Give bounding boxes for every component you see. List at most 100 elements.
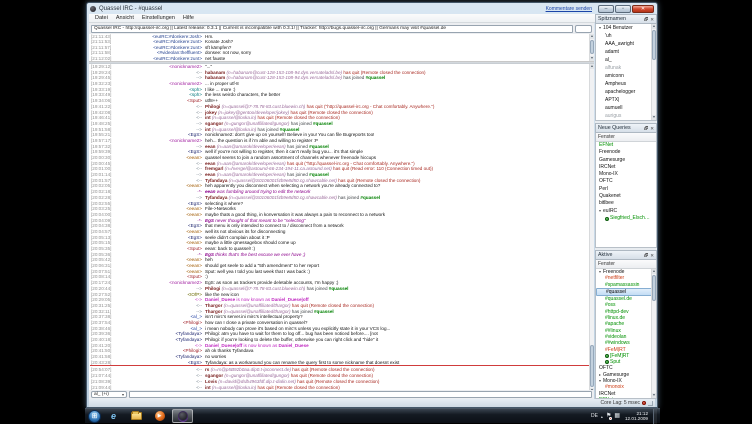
float-dock-icon[interactable]: 🗗 — [644, 253, 648, 258]
topic-field[interactable]: Quassel IRC - http://quassel-irc.org || … — [91, 25, 573, 33]
chat-monitor-scrollbar[interactable]: ▲ ▼ — [589, 34, 594, 61]
quassel-app-icon — [90, 6, 96, 12]
buffer-item[interactable]: Perl — [596, 186, 656, 193]
buffer-item[interactable]: bitlbee — [596, 200, 656, 207]
nick-item[interactable]: alfunak — [596, 64, 656, 72]
scroll-down-icon[interactable]: ▼ — [652, 393, 656, 398]
tree-header[interactable]: Fenster — [596, 133, 656, 142]
close-dock-icon[interactable]: ✕ — [650, 253, 654, 258]
menu-ansicht[interactable]: Ansicht — [112, 14, 138, 22]
close-dock-icon[interactable]: ✕ — [650, 126, 654, 131]
close-dock-icon[interactable]: ✕ — [650, 17, 654, 22]
chevron-down-icon: ▾ — [122, 392, 124, 397]
buffer-item[interactable]: #quassel — [596, 288, 656, 296]
message-input[interactable] — [129, 391, 592, 398]
user-online-icon — [605, 354, 609, 358]
chat-line: [20:43:28]<EgS>Tyfandaya: as a workaroun… — [89, 360, 594, 366]
connection-status-icon[interactable] — [642, 401, 646, 405]
taskbar: ⊞ e ▶ DE ▴ ⚑ ▦ 21:12 12.01.2009 — [85, 408, 660, 423]
core-lag-label: Core Lag: 5 msec — [601, 400, 640, 406]
buffer-item[interactable]: EFNet — [596, 142, 656, 149]
nicklist-dock-title[interactable]: Spitznamen 🗗 ✕ — [595, 14, 657, 24]
scrollbar-thumb[interactable] — [652, 275, 656, 301]
nick-item[interactable]: apachelogger — [596, 88, 656, 96]
menu-datei[interactable]: Datei — [91, 14, 112, 22]
taskbar-clock[interactable]: 21:12 12.01.2009 — [625, 411, 648, 422]
nick-item[interactable]: APTX| — [596, 96, 656, 104]
language-indicator[interactable]: DE — [591, 413, 598, 419]
buffer-item[interactable]: IRCNet — [596, 164, 656, 171]
show-desktop-button[interactable] — [653, 409, 657, 424]
nick-item[interactable]: adamt — [596, 48, 656, 56]
scroll-down-icon[interactable]: ▼ — [652, 115, 656, 120]
buffer-item[interactable]: Freenode — [596, 149, 656, 156]
float-dock-icon[interactable]: 🗗 — [644, 17, 648, 22]
menu-hilfe[interactable]: Hilfe — [179, 14, 198, 22]
active-buffers-list: Fenster ▾Freenode#netfilter#spamassassin… — [595, 260, 657, 399]
close-button[interactable]: ✕ — [632, 5, 654, 13]
nick-item[interactable]: aurigus — [596, 112, 656, 120]
minimize-button[interactable]: – — [598, 5, 614, 13]
status-bar: Core Lag: 5 msec — [89, 399, 655, 407]
nick-item[interactable]: BentR — [596, 120, 656, 121]
nick-item[interactable]: amiconn — [596, 72, 656, 80]
user-online-icon — [605, 360, 609, 364]
active-scrollbar[interactable]: ▲ ▼ — [651, 269, 656, 398]
chat-line: [21:12:02]<euIRC:#donkere:zunt>net faust… — [89, 56, 594, 61]
nicklist: ▾104 Benutzer'uhAAA_awrightadamtal_alfun… — [595, 24, 657, 121]
scrollbar-thumb[interactable] — [590, 345, 594, 387]
send-feedback-link[interactable]: Kommentare senden — [546, 6, 592, 12]
network-icon[interactable]: ▦ — [614, 413, 620, 420]
buffer-item[interactable]: Mono-IX — [596, 171, 656, 178]
dock-column: Spitznamen 🗗 ✕ ▾104 Benutzer'uhAAA_awrig… — [595, 14, 657, 399]
queries-list: Fenster EFNetFreenodeGamesurgeIRCNetMono… — [595, 133, 657, 248]
buffer-item[interactable]: #spamassassin — [596, 282, 656, 288]
title-bar[interactable]: Quassel IRC - #quassel Kommentare senden… — [87, 3, 657, 14]
scrollbar-thumb[interactable] — [652, 30, 656, 60]
resize-grip[interactable] — [648, 401, 653, 406]
chat-monitor: [21:11:43]<euIRC:#donkere:Josh>Hm.[21:11… — [89, 34, 594, 62]
nick-item[interactable]: Ampheus — [596, 80, 656, 88]
start-button[interactable]: ⊞ — [88, 410, 101, 423]
nick-selector[interactable]: al_ (+i) ▾ — [91, 391, 127, 398]
taskbar-ie-button[interactable]: e — [103, 409, 124, 423]
taskbar-explorer-button[interactable] — [126, 409, 147, 423]
show-hidden-icons[interactable]: ▴ — [601, 414, 603, 419]
queries-dock-title[interactable]: Neue Queries 🗗 ✕ — [595, 123, 657, 133]
menu-einstellungen[interactable]: Einstellungen — [138, 14, 179, 22]
clock-date: 12.01.2009 — [625, 416, 648, 421]
nick-item[interactable]: AAA_awright — [596, 40, 656, 48]
scroll-up-icon[interactable]: ▲ — [590, 64, 594, 69]
active-dock-title[interactable]: Aktive 🗗 ✕ — [595, 250, 657, 260]
nick-item[interactable]: al_ — [596, 56, 656, 64]
nick-item[interactable]: aumuell — [596, 104, 656, 112]
chat-pane: Quassel IRC - http://quassel-irc.org || … — [89, 23, 594, 399]
maximize-button[interactable]: ▫ — [615, 5, 631, 13]
scroll-down-icon[interactable]: ▼ — [590, 56, 594, 61]
window-title: Quassel IRC - #quassel — [99, 6, 162, 12]
buffer-item[interactable]: ▾euIRC — [596, 208, 656, 215]
scroll-up-icon[interactable]: ▲ — [590, 34, 594, 39]
taskbar-mediaplayer-button[interactable]: ▶ — [149, 409, 170, 423]
chat-scrollbar[interactable]: ▲ ▼ — [589, 64, 594, 393]
buffer-item[interactable]: Gamesurge — [596, 157, 656, 164]
buffer-item[interactable]: Siegfried_Elsch… — [596, 215, 656, 222]
buffer-item[interactable]: Quakenet — [596, 193, 656, 200]
topic-edit-button[interactable] — [575, 25, 592, 33]
scroll-up-icon[interactable]: ▲ — [652, 24, 656, 29]
buffer-item[interactable]: OFTC — [596, 178, 656, 185]
nicklist-group[interactable]: ▾104 Benutzer — [596, 24, 656, 32]
tree-header[interactable]: Fenster — [596, 260, 656, 269]
quassel-window: Quassel IRC - #quassel Kommentare senden… — [86, 2, 658, 408]
media-player-icon: ▶ — [155, 411, 165, 421]
nick-item[interactable]: 'uh — [596, 32, 656, 40]
menu-bar: Datei Ansicht Einstellungen Hilfe — [89, 14, 655, 23]
scroll-up-icon[interactable]: ▲ — [652, 269, 656, 274]
action-center-icon[interactable]: ⚑ — [606, 413, 611, 420]
topic-row: Quassel IRC - http://quassel-irc.org || … — [89, 23, 594, 34]
float-dock-icon[interactable]: 🗗 — [644, 126, 648, 131]
scrollbar-thumb[interactable] — [590, 40, 594, 54]
user-online-icon — [605, 217, 609, 221]
nicklist-scrollbar[interactable]: ▲ ▼ — [651, 24, 656, 120]
taskbar-quassel-button[interactable] — [172, 409, 193, 423]
